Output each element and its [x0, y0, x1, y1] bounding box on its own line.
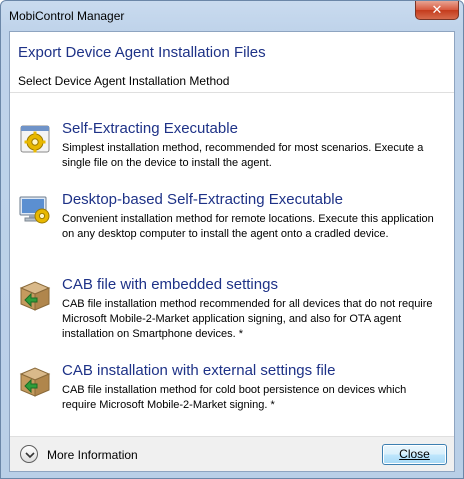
option-description: CAB file installation method recommended…: [62, 298, 433, 340]
desktop-gear-icon: [19, 196, 50, 224]
option-title[interactable]: Self-Extracting Executable: [62, 120, 238, 137]
option-cab-external-settings[interactable]: CAB installation with external settings …: [18, 362, 448, 418]
dialog-header: Export Device Agent Installation Files S…: [10, 32, 454, 92]
header-divider: [10, 92, 454, 93]
option-description: Convenient installation method for remot…: [62, 213, 434, 240]
more-information-label[interactable]: More Information: [47, 448, 138, 462]
close-button[interactable]: Close: [382, 444, 447, 465]
dialog-content: Export Device Agent Installation Files S…: [9, 31, 455, 472]
cab-package-icon: [19, 281, 51, 311]
close-button-label: Close: [399, 447, 430, 461]
close-icon: ✕: [431, 2, 443, 17]
option-self-extracting-executable[interactable]: Self-Extracting Executable Simplest inst…: [18, 120, 448, 176]
window-title: MobiControl Manager: [9, 9, 125, 23]
option-description: CAB file installation method for cold bo…: [62, 384, 407, 411]
chevron-down-icon[interactable]: [20, 445, 38, 463]
option-description: Simplest installation method, recommende…: [62, 142, 424, 169]
title-bar[interactable]: MobiControl Manager ✕: [1, 1, 463, 31]
option-title[interactable]: CAB installation with external settings …: [62, 362, 335, 379]
gear-exe-icon: [20, 125, 50, 153]
window-close-button[interactable]: ✕: [415, 1, 459, 20]
page-subtitle: Select Device Agent Installation Method: [18, 74, 230, 88]
dialog-window: MobiControl Manager ✕ Export Device Agen…: [0, 0, 464, 479]
option-cab-embedded-settings[interactable]: CAB file with embedded settings CAB file…: [18, 276, 448, 340]
option-desktop-self-extracting-executable[interactable]: Desktop-based Self-Extracting Executable…: [18, 191, 448, 247]
cab-package-icon: [19, 367, 51, 397]
page-title: Export Device Agent Installation Files: [18, 44, 266, 61]
dialog-footer: More Information Close: [10, 436, 454, 471]
option-title[interactable]: Desktop-based Self-Extracting Executable: [62, 191, 343, 208]
option-title[interactable]: CAB file with embedded settings: [62, 276, 278, 293]
